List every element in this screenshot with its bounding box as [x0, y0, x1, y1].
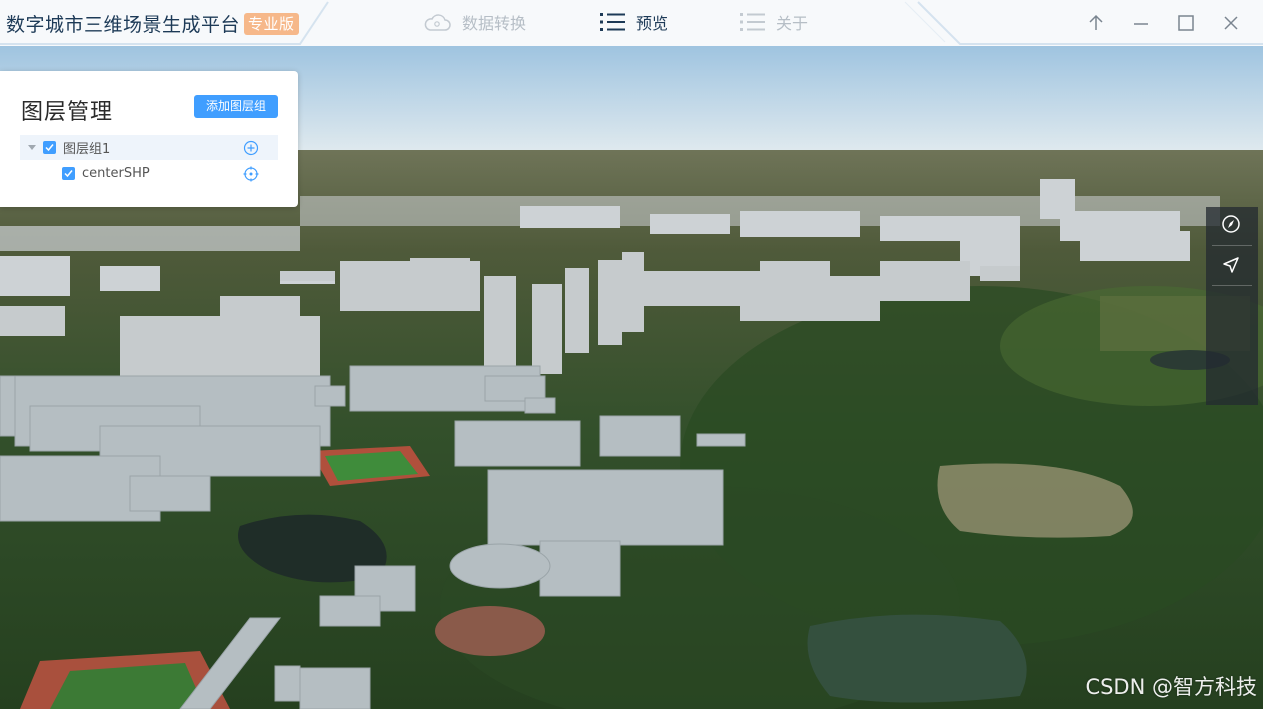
close-icon	[1224, 16, 1238, 30]
expand-caret-icon[interactable]	[28, 145, 36, 150]
minimize-button[interactable]	[1129, 11, 1153, 35]
locate-layer-button[interactable]	[242, 165, 260, 183]
minimize-icon	[1134, 23, 1148, 25]
add-layer-group-button[interactable]: 添加图层组	[194, 95, 278, 118]
tree-row-group[interactable]: 图层组1	[20, 135, 278, 160]
pin-up-button[interactable]	[1084, 11, 1108, 35]
tab-data-convert-label: 数据转换	[462, 14, 527, 33]
tab-preview-label: 预览	[636, 14, 669, 33]
app-title: 数字城市三维场景生成平台 专业版	[6, 10, 299, 37]
tab-about-label: 关于	[776, 14, 809, 33]
navigate-icon	[1223, 257, 1239, 273]
panel-title: 图层管理	[21, 100, 114, 125]
tree-row-layer[interactable]: centerSHP	[20, 161, 278, 186]
layer-group-checkbox[interactable]	[43, 141, 56, 154]
cloud-icon	[424, 14, 451, 31]
add-layer-button[interactable]	[242, 139, 260, 157]
check-icon	[64, 170, 73, 178]
add-circle-icon	[243, 140, 259, 155]
maximize-button[interactable]	[1174, 11, 1198, 35]
tab-preview[interactable]: 预览	[600, 10, 668, 34]
tab-about[interactable]: 关于	[740, 10, 808, 34]
layer-management-panel: 图层管理 添加图层组 图层组1 centerSHP	[0, 71, 298, 207]
compass-button[interactable]	[1216, 209, 1246, 239]
pro-badge: 专业版	[244, 13, 299, 35]
navigate-button[interactable]	[1216, 250, 1246, 280]
maximize-icon	[1178, 15, 1194, 31]
check-icon	[45, 144, 54, 152]
locate-icon	[243, 166, 259, 181]
tab-data-convert[interactable]: 数据转换	[422, 10, 526, 34]
compass-icon	[1222, 215, 1240, 233]
layer-label: centerSHP	[82, 166, 150, 181]
pin-up-icon	[1089, 14, 1103, 30]
close-button[interactable]	[1219, 11, 1243, 35]
title-bar: 数字城市三维场景生成平台 专业版 数据转换 预览 关于	[0, 0, 1263, 46]
watermark: CSDN @智方科技	[1085, 675, 1257, 699]
app-title-text: 数字城市三维场景生成平台	[6, 14, 241, 36]
layer-checkbox[interactable]	[62, 167, 75, 180]
layer-group-label: 图层组1	[63, 142, 111, 157]
map-toolbar	[1206, 207, 1258, 405]
list-icon	[600, 13, 625, 31]
list-icon	[740, 13, 765, 31]
